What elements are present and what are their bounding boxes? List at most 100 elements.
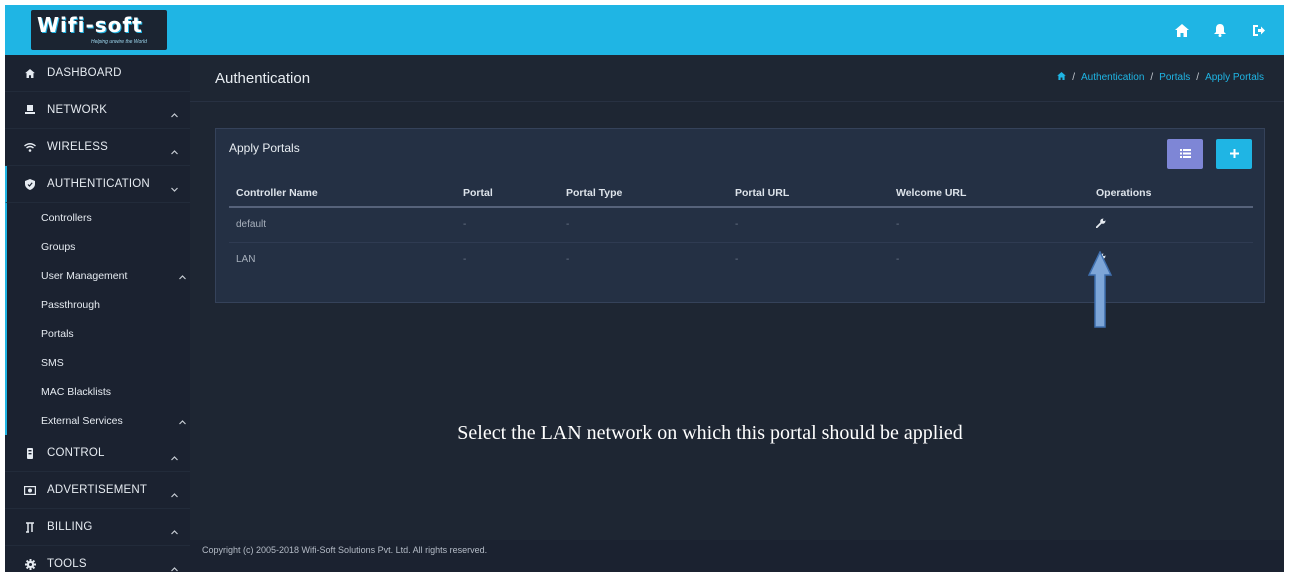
control-icon — [23, 446, 37, 460]
sidebar-item-label: DASHBOARD — [47, 67, 122, 79]
chevron-up-icon — [171, 105, 178, 123]
wifi-icon — [23, 140, 37, 154]
portal-type-cell: - — [566, 254, 570, 265]
chevron-up-icon — [171, 142, 178, 160]
breadcrumb-separator: / — [1072, 72, 1075, 83]
sidebar-item-label: CONTROL — [47, 447, 105, 459]
sidebar-subitem-groups[interactable]: Groups — [7, 232, 190, 261]
sidebar-item-control[interactable]: CONTROL — [5, 435, 190, 472]
panel-title: Apply Portals — [229, 141, 300, 155]
list-icon — [1179, 145, 1191, 163]
breadcrumb-authentication[interactable]: Authentication — [1081, 72, 1144, 83]
sidebar-subitem-portals[interactable]: Portals — [7, 319, 190, 348]
sidebar-subitem-sms[interactable]: SMS — [7, 348, 190, 377]
sidebar: DASHBOARD NETWORK WIRELESS AUTHENTICATIO… — [5, 55, 190, 572]
logout-icon[interactable] — [1250, 22, 1266, 38]
authentication-submenu: Controllers Groups User Management Passt… — [5, 203, 190, 435]
sidebar-subitem-label: Groups — [41, 240, 76, 253]
top-bar-actions — [1174, 22, 1266, 38]
sidebar-item-label: BILLING — [47, 521, 93, 533]
footer: Copyright (c) 2005-2018 Wifi-Soft Soluti… — [190, 540, 1284, 572]
welcome-url-cell: - — [896, 254, 900, 265]
sidebar-item-advertisement[interactable]: ADVERTISEMENT — [5, 472, 190, 509]
sidebar-subitem-external-services[interactable]: External Services — [7, 406, 190, 435]
sidebar-item-wireless[interactable]: WIRELESS — [5, 129, 190, 166]
column-header[interactable]: Portal URL — [728, 181, 889, 208]
sidebar-subitem-controllers[interactable]: Controllers — [7, 203, 190, 232]
ad-icon — [23, 483, 37, 497]
breadcrumb-portals[interactable]: Portals — [1159, 72, 1190, 83]
breadcrumb-separator: / — [1196, 72, 1200, 83]
logo[interactable]: Wifi-soft Helping unwire the World — [31, 10, 167, 50]
chevron-up-icon — [179, 271, 186, 283]
sidebar-item-billing[interactable]: BILLING — [5, 509, 190, 546]
copyright-text: Copyright (c) 2005-2018 Wifi-Soft Soluti… — [202, 545, 488, 555]
chevron-up-icon — [179, 416, 186, 428]
sidebar-subitem-label: MAC Blacklists — [41, 385, 112, 398]
sidebar-subitem-mac-blacklists[interactable]: MAC Blacklists — [7, 377, 190, 406]
sidebar-item-label: WIRELESS — [47, 141, 109, 153]
sidebar-subitem-label: Portals — [41, 327, 74, 340]
column-header[interactable]: Welcome URL — [889, 181, 1089, 208]
sidebar-subitem-label: External Services — [41, 414, 123, 427]
sidebar-subitem-label: Passthrough — [41, 298, 100, 311]
shield-icon — [23, 177, 37, 191]
main-content: Authentication / Authentication / Portal… — [190, 55, 1284, 540]
page-header: Authentication / Authentication / Portal… — [190, 55, 1284, 102]
table-header-row: Controller Name Portal Portal Type Porta… — [229, 181, 1253, 208]
sidebar-item-tools[interactable]: TOOLS — [5, 546, 190, 572]
wrench-icon[interactable] — [1096, 218, 1106, 228]
breadcrumb: / Authentication / Portals / Apply Porta… — [1057, 72, 1264, 83]
portal-cell: - — [456, 207, 559, 243]
chevron-up-icon — [171, 448, 178, 466]
sidebar-subitem-label: Controllers — [41, 211, 92, 224]
operations-cell — [1089, 207, 1253, 243]
controller-name-cell: LAN — [236, 254, 256, 265]
logo-tagline: Helping unwire the World — [91, 39, 147, 45]
sidebar-item-label: ADVERTISEMENT — [47, 484, 148, 496]
home-icon[interactable] — [1174, 22, 1190, 38]
sidebar-item-authentication[interactable]: AUTHENTICATION — [5, 166, 190, 203]
table-row: default - - - - — [229, 207, 1253, 243]
plus-icon — [1229, 145, 1239, 163]
sidebar-item-network[interactable]: NETWORK — [5, 92, 190, 129]
breadcrumb-separator: / — [1150, 72, 1154, 83]
annotation-arrow-icon — [1087, 250, 1113, 334]
annotation-caption: Select the LAN network on which this por… — [457, 422, 963, 444]
column-header: Operations — [1089, 181, 1253, 208]
sidebar-item-dashboard[interactable]: DASHBOARD — [5, 55, 190, 92]
sidebar-subitem-user-management[interactable]: User Management — [7, 261, 190, 290]
portal-type-cell: - — [559, 207, 728, 243]
sidebar-subitem-label: SMS — [41, 356, 64, 369]
top-bar: Wifi-soft Helping unwire the World — [5, 5, 1284, 55]
welcome-url-cell: - — [889, 207, 1089, 243]
list-view-button[interactable] — [1167, 139, 1203, 169]
sidebar-subitem-passthrough[interactable]: Passthrough — [7, 290, 190, 319]
logo-text: Wifi-soft — [37, 13, 143, 37]
sidebar-item-label: AUTHENTICATION — [47, 178, 150, 190]
chevron-down-icon — [171, 179, 178, 197]
chevron-up-icon — [171, 522, 178, 540]
add-button[interactable] — [1216, 139, 1252, 169]
sidebar-item-label: TOOLS — [47, 558, 87, 570]
sidebar-subitem-label: User Management — [41, 269, 128, 282]
home-icon — [23, 66, 37, 80]
billing-icon — [23, 520, 37, 534]
app-window: Wifi-soft Helping unwire the World DASHB… — [5, 5, 1284, 572]
column-header[interactable]: Portal — [456, 181, 559, 208]
portal-url-cell: - — [735, 254, 739, 265]
bell-icon[interactable] — [1212, 22, 1228, 38]
monitor-icon — [23, 103, 37, 117]
breadcrumb-apply-portals[interactable]: Apply Portals — [1205, 72, 1264, 83]
page-title: Authentication — [215, 70, 311, 87]
portal-cell: - — [463, 254, 467, 265]
gear-icon — [23, 557, 37, 571]
controller-name-cell: default — [229, 207, 456, 243]
portal-url-cell: - — [728, 207, 889, 243]
operations-cell — [1089, 243, 1253, 278]
chevron-up-icon — [171, 485, 178, 503]
column-header[interactable]: Portal Type — [559, 181, 728, 208]
home-icon[interactable] — [1057, 72, 1067, 83]
chevron-up-icon — [171, 559, 178, 572]
column-header[interactable]: Controller Name — [229, 181, 456, 208]
